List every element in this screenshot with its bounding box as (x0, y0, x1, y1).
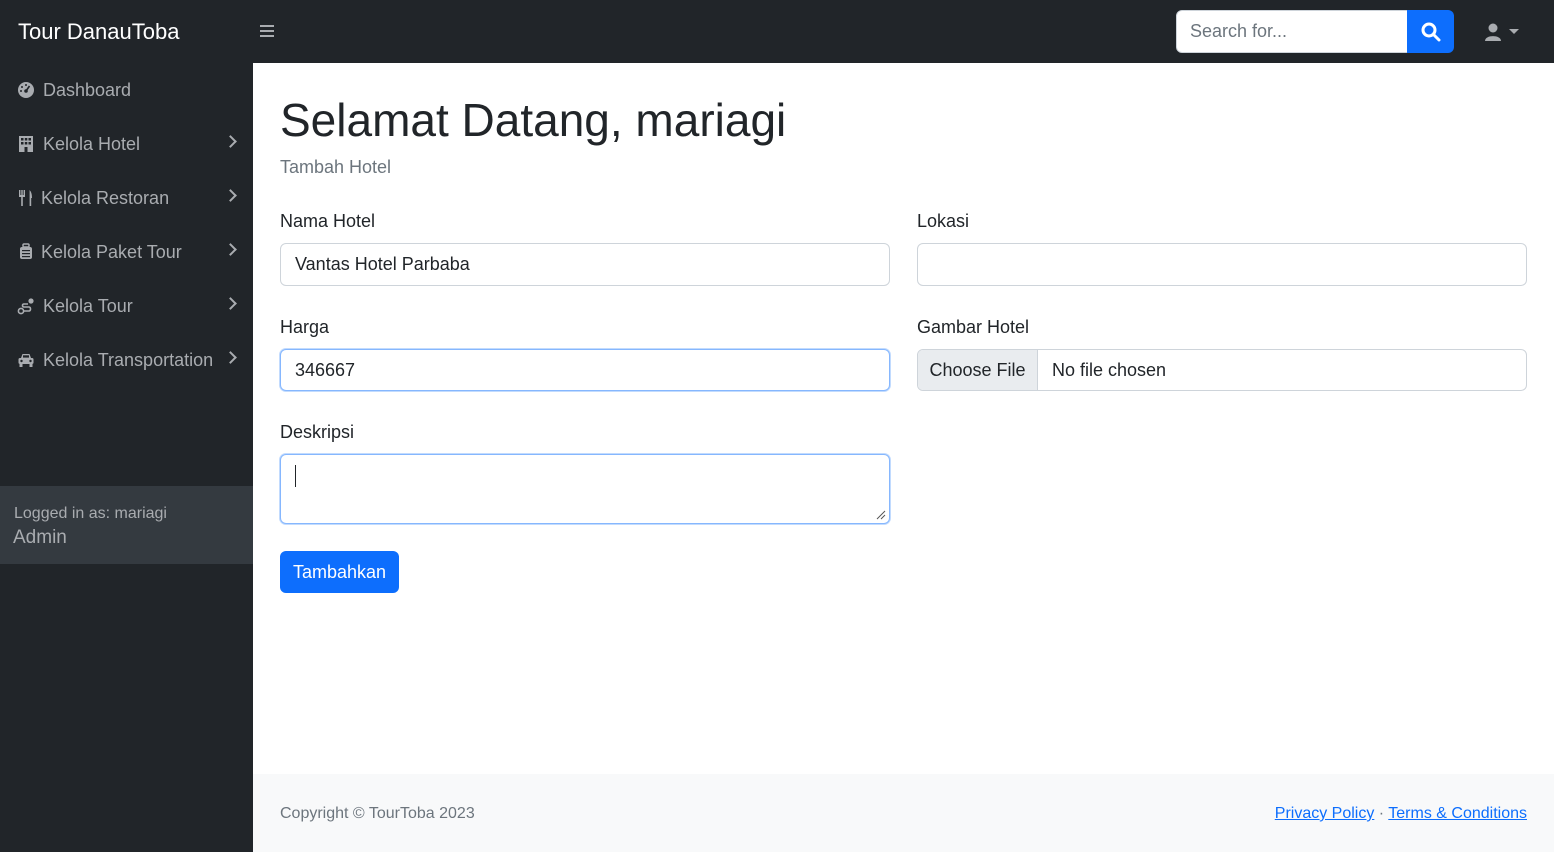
sidebar-item-kelola-tour[interactable]: Kelola Tour (0, 279, 253, 333)
sidebar-item-label: Dashboard (43, 80, 132, 100)
sidebar-item-kelola-transportation[interactable]: Kelola Transportation (0, 333, 253, 387)
top-navbar: Tour DanauToba (0, 0, 1554, 63)
search-button[interactable] (1407, 10, 1454, 53)
harga-input[interactable] (280, 349, 890, 391)
file-status: No file chosen (1052, 360, 1167, 380)
nama-hotel-label: Nama Hotel (280, 211, 376, 231)
route-icon (17, 298, 34, 315)
logged-in-label: Logged in as: mariagi (14, 505, 167, 522)
choose-file-button[interactable]: Choose File (918, 350, 1038, 390)
gambar-hotel-label: Gambar Hotel (917, 317, 1030, 337)
sidebar-item-dashboard[interactable]: Dashboard (0, 63, 253, 117)
footer-links: Privacy Policy · Terms & Conditions (1275, 804, 1527, 824)
privacy-policy-link[interactable]: Privacy Policy (1275, 805, 1375, 822)
tachometer-icon (18, 82, 34, 98)
sidebar-item-label: Kelola Tour (43, 296, 133, 316)
sidebar-toggle-button[interactable] (260, 22, 278, 42)
lokasi-input[interactable] (917, 243, 1527, 286)
user-menu-button[interactable] (1478, 18, 1524, 46)
text-cursor (295, 465, 296, 487)
utensils-icon (19, 190, 32, 206)
lokasi-label: Lokasi (917, 211, 970, 231)
sidebar-item-label: Kelola Paket Tour (41, 242, 182, 262)
nama-hotel-input[interactable] (280, 243, 890, 286)
chevron-right-icon (224, 243, 237, 256)
sidebar-item-kelola-restoran[interactable]: Kelola Restoran (0, 171, 253, 225)
user-role: Admin (13, 527, 67, 548)
chevron-down-icon (1509, 29, 1519, 34)
car-icon (18, 354, 34, 367)
copyright-text: Copyright © TourToba 2023 (280, 805, 475, 822)
sidebar-footer: Logged in as: mariagi Admin (0, 486, 253, 564)
sidebar-item-label: Kelola Transportation (43, 350, 214, 370)
chevron-right-icon (224, 189, 237, 202)
brand-title[interactable]: Tour DanauToba (18, 17, 179, 47)
chevron-right-icon (224, 135, 237, 148)
suitcase-icon (20, 243, 32, 259)
terms-conditions-link[interactable]: Terms & Conditions (1388, 805, 1527, 822)
page-footer: Copyright © TourToba 2023 Privacy Policy… (253, 774, 1554, 852)
gambar-hotel-file-input[interactable]: Choose File No file chosen (917, 349, 1527, 391)
sidebar-item-label: Kelola Hotel (43, 134, 141, 154)
footer-separator: · (1378, 805, 1385, 822)
sidebar-item-label: Kelola Restoran (41, 188, 170, 208)
sidebar: Dashboard Kelola Hotel Kelola Restoran K… (0, 63, 253, 852)
page-subtitle: Tambah Hotel (280, 157, 392, 177)
deskripsi-label: Deskripsi (280, 422, 355, 442)
page-title: Selamat Datang, mariagi (280, 94, 787, 146)
search-icon (1421, 22, 1440, 41)
harga-label: Harga (280, 317, 330, 337)
search-input[interactable] (1176, 10, 1408, 53)
deskripsi-textarea[interactable] (280, 454, 890, 524)
resize-handle-icon[interactable] (876, 510, 886, 520)
tambahkan-button[interactable]: Tambahkan (280, 551, 399, 593)
user-icon (1485, 23, 1501, 41)
chevron-right-icon (224, 351, 237, 364)
sidebar-item-kelola-hotel[interactable]: Kelola Hotel (0, 117, 253, 171)
building-icon (19, 136, 33, 152)
bars-icon (260, 25, 274, 27)
sidebar-item-kelola-paket-tour[interactable]: Kelola Paket Tour (0, 225, 253, 279)
chevron-right-icon (224, 297, 237, 310)
